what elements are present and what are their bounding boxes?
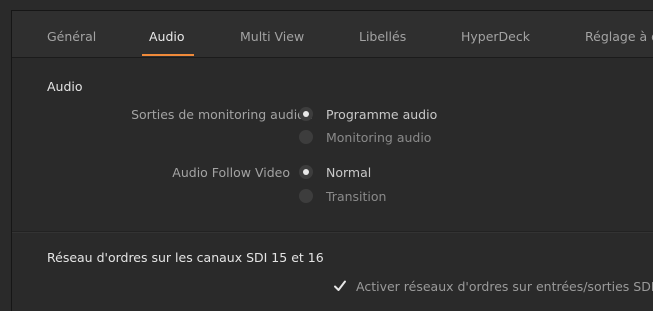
transition-radio[interactable] (299, 189, 313, 203)
tab-hyperdeck[interactable]: HyperDeck (461, 29, 530, 44)
monitoring-audio-option[interactable]: Monitoring audio (326, 130, 431, 145)
tab-audio[interactable]: Audio (149, 29, 185, 44)
active-tab-indicator (142, 54, 194, 56)
section-divider (12, 231, 653, 233)
talkback-checkbox-label[interactable]: Activer réseaux d'ordres sur entrées/sor… (356, 279, 653, 294)
talkback-checkbox[interactable] (333, 279, 347, 293)
settings-window: Général Audio Multi View Libellés HyperD… (11, 10, 653, 311)
audio-follow-video-label: Audio Follow Video (172, 165, 290, 180)
tab-bar: Général Audio Multi View Libellés HyperD… (12, 11, 653, 58)
tab-multi-view[interactable]: Multi View (240, 29, 304, 44)
monitoring-output-label: Sorties de monitoring audio : (131, 107, 313, 122)
programme-audio-option[interactable]: Programme audio (326, 107, 437, 122)
audio-settings-panel: Audio Sorties de monitoring audio : Prog… (12, 58, 653, 311)
normal-radio[interactable] (299, 165, 313, 179)
programme-audio-radio[interactable] (299, 107, 313, 121)
audio-section-title: Audio (47, 79, 83, 94)
talkback-section-title: Réseau d'ordres sur les canaux SDI 15 et… (47, 250, 324, 265)
tab-libelles[interactable]: Libellés (359, 29, 406, 44)
transition-option[interactable]: Transition (326, 189, 386, 204)
monitoring-audio-radio[interactable] (299, 130, 313, 144)
tab-general[interactable]: Général (47, 29, 96, 44)
tab-reglage[interactable]: Réglage à d (585, 29, 653, 44)
normal-option[interactable]: Normal (326, 165, 371, 180)
